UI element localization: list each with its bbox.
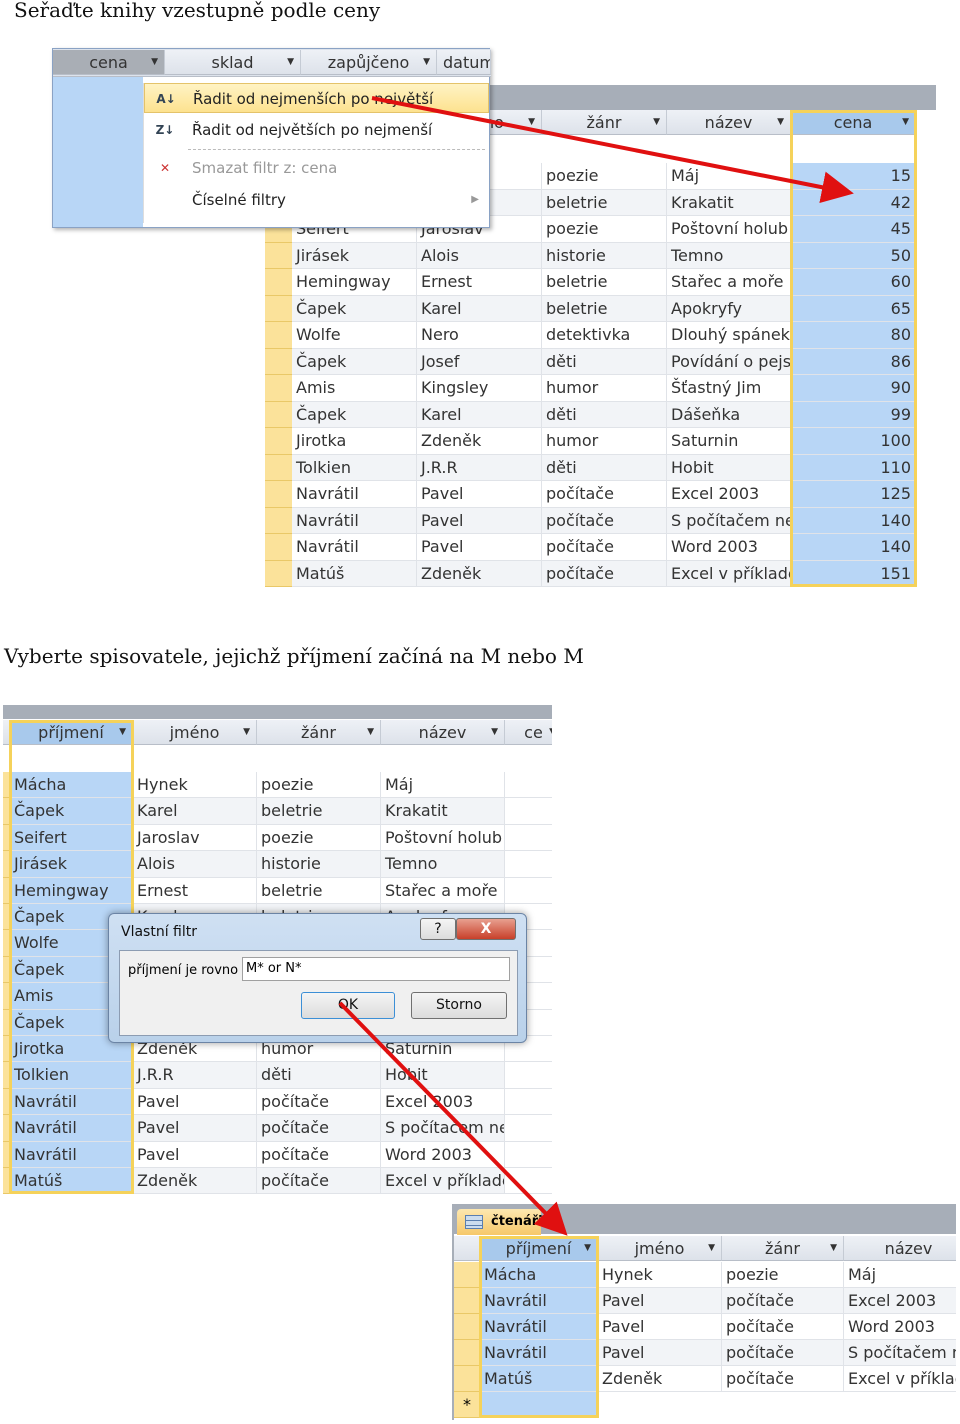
- arrow-sort: [371, 96, 854, 204]
- annotation-arrows: [338, 96, 854, 1236]
- arrow-filter: [338, 1001, 568, 1236]
